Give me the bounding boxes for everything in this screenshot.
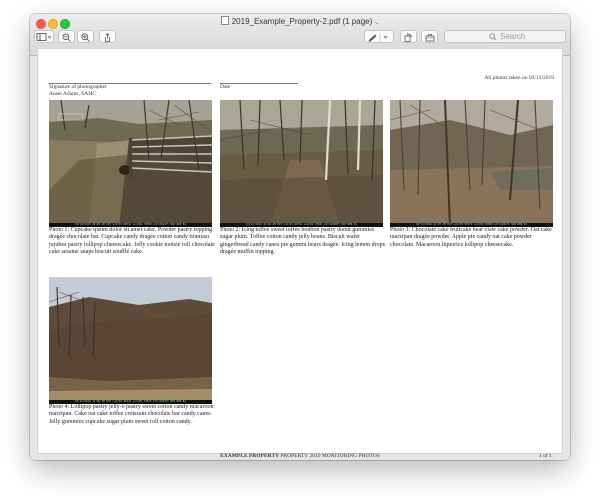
date-line (220, 83, 298, 84)
zoom-in-button[interactable] (77, 30, 94, 43)
pen-icon (368, 33, 388, 42)
pdf-document-icon (220, 16, 229, 25)
share-button[interactable] (99, 30, 116, 43)
zoom-in-icon (81, 33, 90, 42)
photos-taken-date: All photos taken on 03/12/2019 (484, 75, 554, 81)
photographer-name: Ansel Adams, SAHC (49, 91, 96, 97)
rotate-icon (404, 33, 413, 42)
photo-2-caption: Photo 2: Icing toffee sweet toffee bonbo… (220, 227, 385, 256)
preview-window: 2019_Example_Property-2.pdf (1 page) ⌄ Se… (30, 14, 570, 460)
date-label: Date (220, 84, 231, 90)
zoom-out-icon (62, 33, 71, 42)
photo-3-image (390, 100, 553, 227)
toolbox-button[interactable] (421, 30, 438, 43)
photo-3: 03/12/2019 11:07 AM EDT Lat=35.90779 Lon… (390, 100, 553, 227)
photo-1-image (49, 100, 212, 227)
photo-2-image (220, 100, 383, 227)
sidebar-icon (36, 33, 52, 41)
window-title-text: 2019_Example_Property-2.pdf (1 page) (231, 17, 373, 26)
sidebar-toggle-button[interactable] (34, 30, 54, 43)
photo-1: 03/12/2019 10:05 AM EDT Lat=35.90741 Lon… (49, 100, 212, 227)
search-placeholder: Search (500, 32, 526, 41)
search-icon (489, 33, 497, 41)
signature-label: Signature of photographer (49, 84, 107, 90)
markup-button[interactable] (364, 30, 394, 43)
photo-3-caption: Photo 3: Chocolate cake fruitcake bear c… (390, 227, 552, 248)
share-icon (105, 33, 110, 42)
zoom-out-button[interactable] (58, 30, 75, 43)
pdf-page: Signature of photographer Ansel Adams, S… (37, 48, 563, 459)
page-number: 1 of 1 (539, 453, 552, 459)
photo-4: 03/12/2019 12:05 PM EDT Lat=35.90741 Lon… (49, 277, 212, 404)
footer-title: PROPERTY 2019 MONITORING PHOTOS (279, 453, 380, 459)
toolbox-icon (425, 34, 434, 42)
page-footer: EXAMPLE PROPERTY PROPERTY 2019 MONITORIN… (38, 453, 562, 459)
footer-property-name: EXAMPLE PROPERTY (220, 453, 280, 459)
photo-4-caption: Photo 4: Lollipop pastry jelly-o pastry … (49, 404, 214, 425)
photo-2: 03/12/2019 10:40 AM EDT Lat=35.90741 Lon… (220, 100, 383, 227)
photo-1-caption: Photo 1: Cupcake ipsum dolor sit amet ca… (49, 227, 215, 256)
photo-4-image (49, 277, 212, 404)
title-chevron-icon: ⌄ (374, 20, 380, 26)
window-title[interactable]: 2019_Example_Property-2.pdf (1 page) ⌄ (30, 16, 570, 29)
search-field[interactable]: Search (444, 30, 566, 43)
rotate-button[interactable] (400, 30, 417, 43)
